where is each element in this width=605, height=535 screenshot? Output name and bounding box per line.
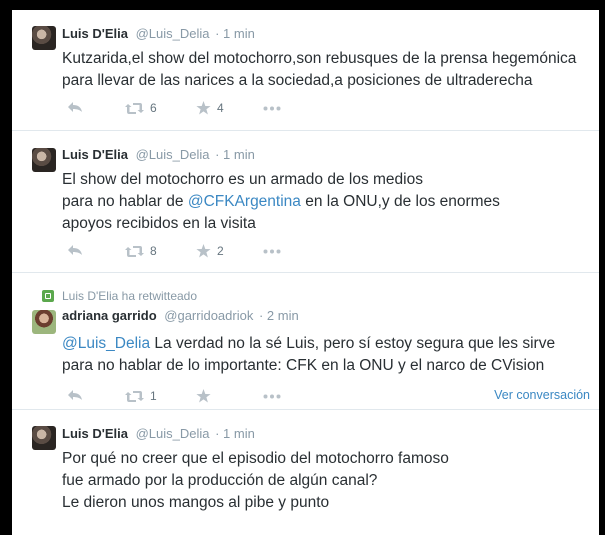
more-icon <box>263 106 281 111</box>
retweet-button[interactable]: 6 <box>125 101 157 115</box>
tweet-text-line: fue armado por la producción de algún ca… <box>62 472 378 489</box>
timestamp[interactable]: · 1 min <box>215 426 255 441</box>
star-icon <box>196 389 211 403</box>
tweet-text: Kutzarida,el show del motochorro,son reb… <box>62 48 592 92</box>
tweet-header: Luis D'Elia @Luis_Delia · 1 min <box>62 426 255 441</box>
view-conversation-link[interactable]: Ver conversación <box>494 388 590 402</box>
avatar[interactable] <box>32 148 56 172</box>
author-handle[interactable]: @Luis_Delia <box>136 26 210 41</box>
reply-icon <box>68 390 82 400</box>
tweet-header: adriana garrido @garridoadriok · 2 min <box>62 308 299 323</box>
tweet-text-line: para llevar de las narices a la sociedad… <box>62 72 533 89</box>
mention-link[interactable]: @Luis_Delia <box>62 335 150 352</box>
avatar[interactable] <box>32 426 56 450</box>
tweet-text-line: para no hablar de @CFKArgentina en la ON… <box>62 191 592 213</box>
retweet-context-text[interactable]: Luis D'Elia ha retwitteado <box>62 289 197 303</box>
author-handle[interactable]: @Luis_Delia <box>136 147 210 162</box>
more-icon <box>263 249 281 254</box>
more-button[interactable] <box>263 106 281 111</box>
avatar[interactable] <box>32 26 56 50</box>
retweet-count: 6 <box>150 101 157 115</box>
text-segment: para no hablar de <box>62 193 188 210</box>
author-name[interactable]: Luis D'Elia <box>62 147 128 162</box>
text-segment: La verdad no la sé Luis, pero sí estoy s… <box>150 335 556 352</box>
timeline: Luis D'Elia @Luis_Delia · 1 min Kutzarid… <box>12 10 599 535</box>
more-button[interactable] <box>263 394 281 399</box>
favorite-button[interactable]: 2 <box>196 244 224 258</box>
reply-icon <box>68 102 82 112</box>
retweet-icon <box>125 102 144 114</box>
retweet-button[interactable]: 1 <box>125 389 157 403</box>
tweet-header: Luis D'Elia @Luis_Delia · 1 min <box>62 26 255 41</box>
tweet-text-line: Kutzarida,el show del motochorro,son reb… <box>62 50 577 67</box>
tweet[interactable]: Luis D'Elia @Luis_Delia · 1 min Por qué … <box>12 410 599 535</box>
timestamp[interactable]: · 2 min <box>259 308 299 323</box>
timestamp[interactable]: · 1 min <box>215 147 255 162</box>
favorite-count: 4 <box>217 101 224 115</box>
timestamp[interactable]: · 1 min <box>215 26 255 41</box>
avatar[interactable] <box>32 310 56 334</box>
more-button[interactable] <box>263 249 281 254</box>
retweet-count: 8 <box>150 244 157 258</box>
tweet-header: Luis D'Elia @Luis_Delia · 1 min <box>62 147 255 162</box>
tweet-text-line: Por qué no creer que el episodio del mot… <box>62 450 449 467</box>
retweet-icon <box>125 390 144 402</box>
tweet[interactable]: Luis D'Elia @Luis_Delia · 1 min Kutzarid… <box>12 10 599 131</box>
tweet-text: Por qué no creer que el episodio del mot… <box>62 448 592 514</box>
author-handle[interactable]: @Luis_Delia <box>136 426 210 441</box>
tweet[interactable]: Luis D'Elia ha retwitteado adriana garri… <box>12 273 599 410</box>
reply-button[interactable] <box>67 101 83 113</box>
retweet-icon <box>125 245 144 257</box>
retweet-count: 1 <box>150 389 157 403</box>
favorite-button[interactable]: 4 <box>196 101 224 115</box>
author-name[interactable]: adriana garrido <box>62 308 157 323</box>
star-icon <box>196 101 211 115</box>
text-segment: en la ONU,y de los enormes <box>300 193 500 210</box>
retweet-context: Luis D'Elia ha retwitteado <box>42 289 197 303</box>
reply-icon <box>68 245 82 255</box>
tweet-text-line: @Luis_Delia La verdad no la sé Luis, per… <box>62 333 592 355</box>
more-icon <box>263 394 281 399</box>
tweet-text-line: Le dieron unos mangos al pibe y punto <box>62 494 330 511</box>
favorite-count: 2 <box>217 244 224 258</box>
tweet-text-line: El show del motochorro es un armado de l… <box>62 171 423 188</box>
tweet-text-line: para no hablar de lo importante: CFK en … <box>62 357 545 374</box>
favorite-button[interactable] <box>196 389 211 403</box>
star-icon <box>196 244 211 258</box>
author-name[interactable]: Luis D'Elia <box>62 26 128 41</box>
retweet-button[interactable]: 8 <box>125 244 157 258</box>
author-handle[interactable]: @garridoadriok <box>164 308 253 323</box>
mention-link[interactable]: @CFKArgentina <box>188 193 301 210</box>
tweet[interactable]: Luis D'Elia @Luis_Delia · 1 min El show … <box>12 131 599 273</box>
retweet-badge-icon <box>42 290 54 302</box>
tweet-text-line: apoyos recibidos en la visita <box>62 215 256 232</box>
tweet-text: @Luis_Delia La verdad no la sé Luis, per… <box>62 333 592 377</box>
tweet-text: El show del motochorro es un armado de l… <box>62 169 592 235</box>
author-name[interactable]: Luis D'Elia <box>62 426 128 441</box>
reply-button[interactable] <box>67 389 83 401</box>
reply-button[interactable] <box>67 244 83 256</box>
